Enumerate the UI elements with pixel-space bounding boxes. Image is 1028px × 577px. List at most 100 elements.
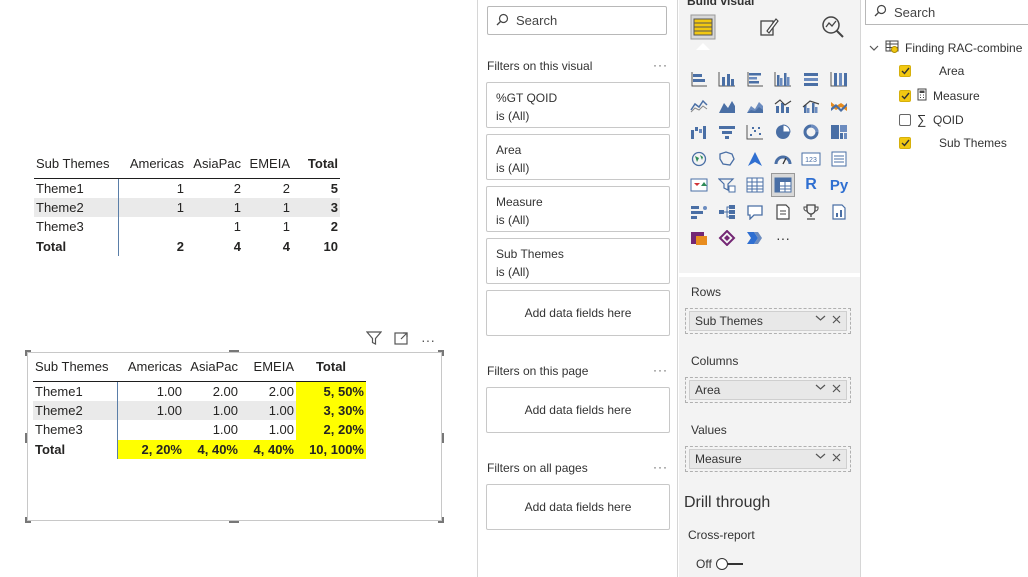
column-header[interactable]: EMEIA [243, 150, 292, 179]
table-icon[interactable] [743, 173, 767, 197]
add-data-fields-visual[interactable]: Add data fields here [486, 290, 670, 336]
filter-card[interactable]: Sub Themes is (All) [486, 238, 670, 284]
stacked-area-icon[interactable] [743, 94, 767, 118]
paginated-report-icon[interactable] [827, 200, 851, 224]
decomposition-tree-icon[interactable] [715, 200, 739, 224]
filter-card[interactable]: Area is (All) [486, 134, 670, 180]
column-header[interactable]: EMEIA [240, 353, 296, 382]
column-header[interactable]: Americas [118, 150, 186, 179]
build-visual-tab-icon[interactable] [688, 12, 718, 42]
100-bar-icon[interactable] [799, 67, 823, 91]
donut-icon[interactable] [799, 120, 823, 144]
cross-report-toggle[interactable]: Off [696, 557, 743, 571]
power-bi-visual-icon[interactable] [743, 226, 767, 250]
filled-map-icon[interactable] [715, 147, 739, 171]
focus-mode-icon[interactable] [394, 331, 409, 348]
add-data-fields-page[interactable]: Add data fields here [486, 387, 670, 433]
columns-well[interactable]: Area [685, 377, 851, 403]
row-header[interactable]: Theme2 [34, 197, 119, 217]
ribbon-icon[interactable] [827, 94, 851, 118]
power-apps-icon[interactable] [687, 226, 711, 250]
r-visual-icon[interactable]: R [799, 173, 823, 197]
card-icon[interactable]: 123 [799, 147, 823, 171]
column-header-total[interactable]: Total [292, 150, 340, 179]
resize-handle[interactable] [25, 517, 31, 523]
waterfall-icon[interactable] [687, 120, 711, 144]
add-data-fields-all-pages[interactable]: Add data fields here [486, 484, 670, 530]
smart-narrative-icon[interactable] [771, 200, 795, 224]
slicer-icon[interactable] [715, 173, 739, 197]
line-clustered-icon[interactable] [799, 94, 823, 118]
trophy-icon[interactable] [799, 200, 823, 224]
format-visual-tab-icon[interactable] [754, 12, 784, 42]
field-row[interactable]: Sub Themes [899, 136, 1007, 150]
kpi-icon[interactable] [687, 173, 711, 197]
row-header[interactable]: Theme1 [34, 178, 119, 198]
column-header[interactable]: Sub Themes [33, 353, 117, 382]
resize-handle[interactable] [25, 350, 31, 356]
remove-field-icon[interactable] [832, 451, 841, 465]
column-header-total[interactable]: Total [296, 353, 366, 382]
values-field-pill[interactable]: Measure [689, 449, 847, 469]
line-icon[interactable] [687, 94, 711, 118]
more-options-icon[interactable]: ··· [653, 460, 668, 474]
filter-icon[interactable] [365, 331, 383, 348]
column-header[interactable]: Americas [117, 353, 184, 382]
resize-handle[interactable] [442, 433, 444, 443]
100-column-icon[interactable] [827, 67, 851, 91]
map-icon[interactable] [687, 147, 711, 171]
field-row[interactable]: ∑ QOID [899, 112, 964, 127]
scatter-icon[interactable] [743, 120, 767, 144]
checkbox-checked[interactable] [899, 65, 911, 77]
filter-card[interactable]: %GT QOID is (All) [486, 82, 670, 128]
analytics-tab-icon[interactable] [818, 12, 848, 42]
remove-field-icon[interactable] [832, 313, 841, 327]
pie-icon[interactable] [771, 120, 795, 144]
column-header[interactable]: AsiaPac [186, 150, 243, 179]
data-search-input[interactable]: Search [865, 0, 1028, 25]
resize-handle[interactable] [438, 350, 444, 356]
row-header[interactable]: Theme2 [33, 400, 118, 420]
remove-field-icon[interactable] [832, 382, 841, 396]
more-options-icon[interactable]: ··· [653, 363, 668, 377]
python-visual-icon[interactable]: Py [827, 173, 851, 197]
gauge-icon[interactable] [771, 147, 795, 171]
rows-well[interactable]: Sub Themes [685, 308, 851, 334]
resize-handle[interactable] [229, 521, 239, 523]
chevron-down-icon[interactable] [815, 451, 826, 463]
stacked-bar-icon[interactable] [687, 67, 711, 91]
row-header[interactable]: Theme1 [33, 381, 118, 401]
checkbox-unchecked[interactable] [899, 113, 911, 126]
filter-card[interactable]: Measure is (All) [486, 186, 670, 232]
field-row[interactable]: Measure [899, 88, 980, 104]
resize-handle[interactable] [229, 350, 239, 352]
column-header[interactable]: AsiaPac [184, 353, 240, 382]
resize-handle[interactable] [25, 433, 27, 443]
chevron-down-icon[interactable] [815, 382, 826, 394]
line-column-icon[interactable] [771, 94, 795, 118]
chevron-down-icon[interactable] [869, 41, 879, 55]
clustered-column-icon[interactable] [771, 67, 795, 91]
table-node[interactable]: Finding RAC-combine [869, 40, 1022, 55]
funnel-icon[interactable] [715, 120, 739, 144]
more-visuals-icon[interactable]: ··· [771, 226, 795, 250]
rows-field-pill[interactable]: Sub Themes [689, 311, 847, 331]
azure-map-icon[interactable] [743, 147, 767, 171]
qa-icon[interactable] [743, 200, 767, 224]
multirow-card-icon[interactable] [827, 147, 851, 171]
clustered-bar-icon[interactable] [743, 67, 767, 91]
column-header[interactable]: Sub Themes [34, 150, 118, 179]
checkbox-checked[interactable] [899, 137, 911, 149]
values-well[interactable]: Measure [685, 446, 851, 472]
matrix-visual-percent[interactable]: Sub Themes Americas AsiaPac EMEIA Total … [33, 353, 366, 459]
field-row[interactable]: Area [899, 64, 964, 78]
area-icon[interactable] [715, 94, 739, 118]
power-automate-icon[interactable] [715, 226, 739, 250]
matrix-visual-counts[interactable]: Sub Themes Americas AsiaPac EMEIA Total … [34, 150, 340, 256]
matrix-icon[interactable] [771, 173, 795, 197]
more-options-icon[interactable]: ··· [421, 332, 435, 348]
filters-search-input[interactable]: Search [487, 6, 667, 35]
row-header[interactable]: Theme3 [33, 420, 118, 440]
resize-handle[interactable] [438, 517, 444, 523]
columns-field-pill[interactable]: Area [689, 380, 847, 400]
